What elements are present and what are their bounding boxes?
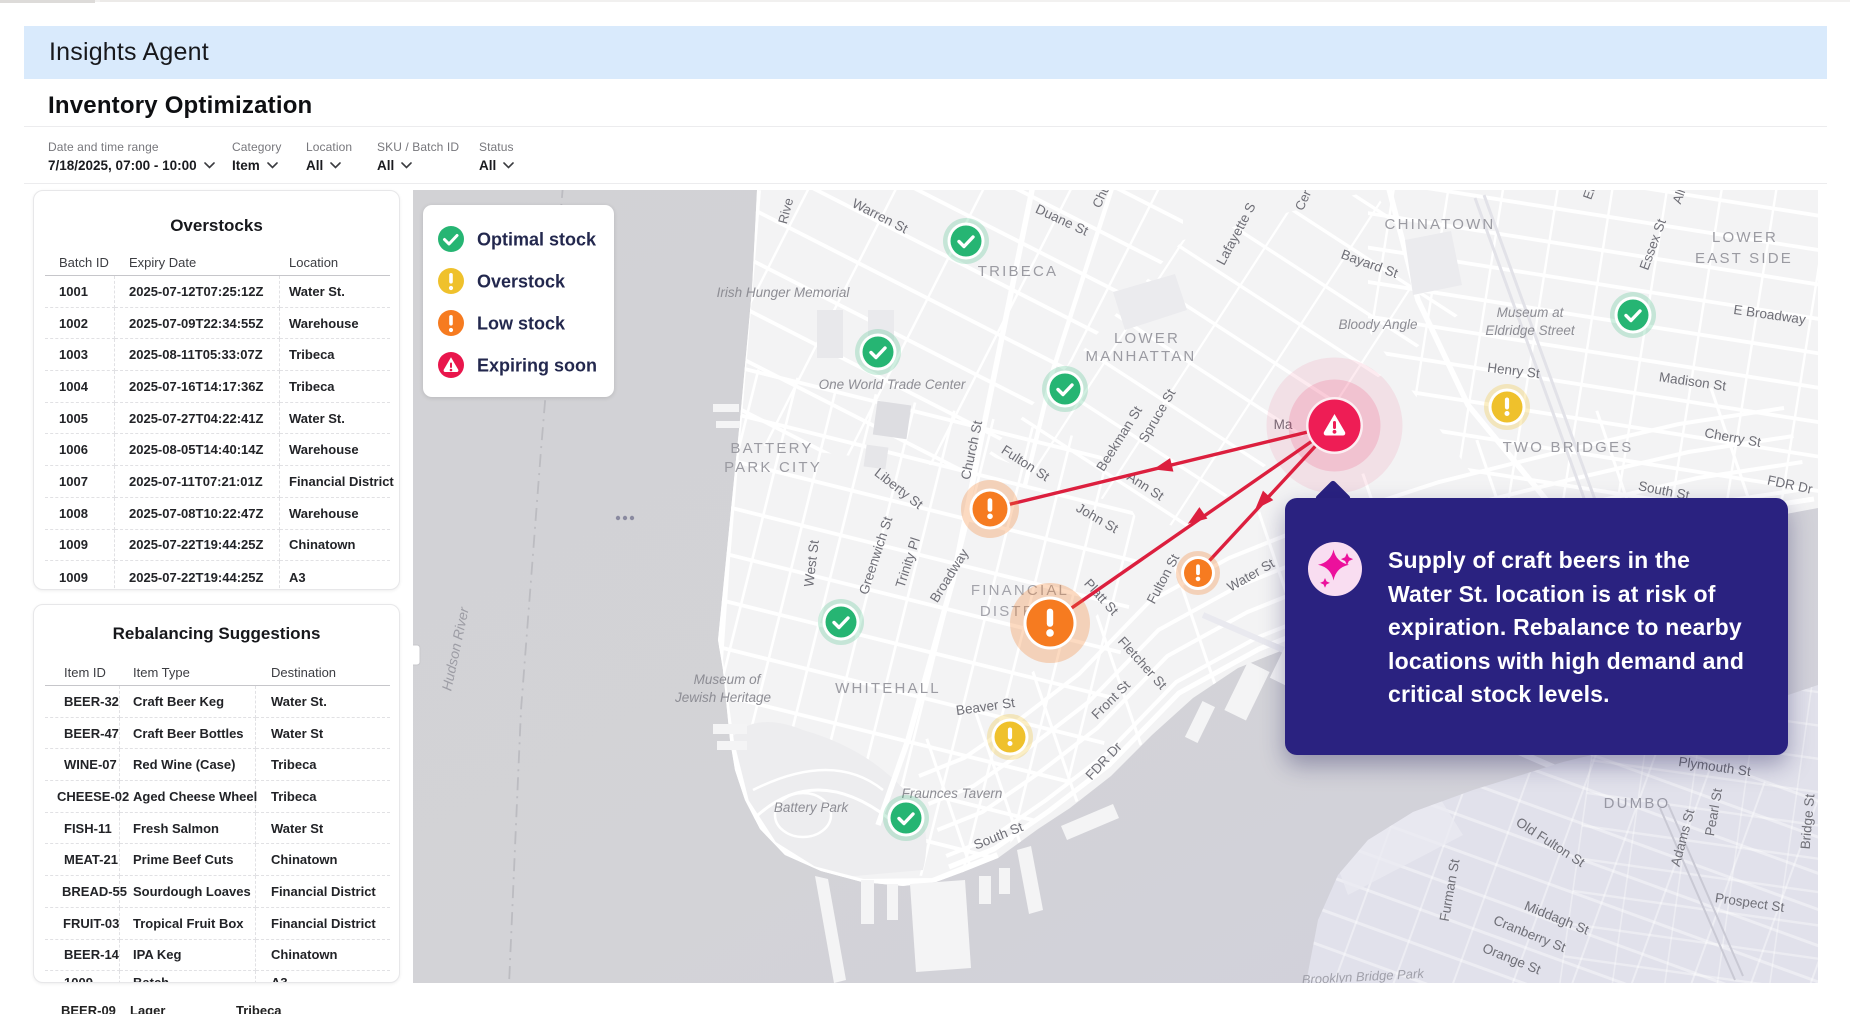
svg-text:Low stock: Low stock (477, 314, 566, 334)
svg-text:CHINATOWN: CHINATOWN (1385, 216, 1496, 233)
svg-text:One World Trade Center: One World Trade Center (819, 377, 966, 392)
svg-text:MANHATTAN: MANHATTAN (1086, 348, 1197, 365)
svg-text:WHITEHALL: WHITEHALL (835, 680, 941, 697)
svg-text:LOWER: LOWER (1114, 330, 1180, 347)
svg-text:Battery Park: Battery Park (774, 800, 850, 815)
svg-text:Expiring soon: Expiring soon (477, 356, 597, 376)
svg-text:Irish Hunger Memorial: Irish Hunger Memorial (717, 285, 851, 300)
svg-text:Bloody Angle: Bloody Angle (1338, 317, 1417, 332)
svg-text:Eldridge Street: Eldridge Street (1485, 323, 1576, 338)
svg-text:Jewish Heritage: Jewish Heritage (674, 690, 771, 705)
svg-text:Museum at: Museum at (1497, 305, 1565, 320)
svg-text:DUMBO: DUMBO (1604, 795, 1671, 812)
svg-text:Overstock: Overstock (477, 272, 566, 292)
svg-text:TWO BRIDGES: TWO BRIDGES (1503, 439, 1634, 456)
svg-text:LOWER: LOWER (1712, 229, 1778, 246)
svg-text:TRIBECA: TRIBECA (978, 263, 1058, 280)
svg-text:Optimal stock: Optimal stock (477, 230, 597, 250)
svg-text:BATTERY: BATTERY (730, 440, 813, 457)
svg-text:Museum of: Museum of (694, 672, 762, 687)
svg-text:PARK CITY: PARK CITY (724, 459, 822, 476)
svg-text:EAST SIDE: EAST SIDE (1695, 250, 1793, 267)
